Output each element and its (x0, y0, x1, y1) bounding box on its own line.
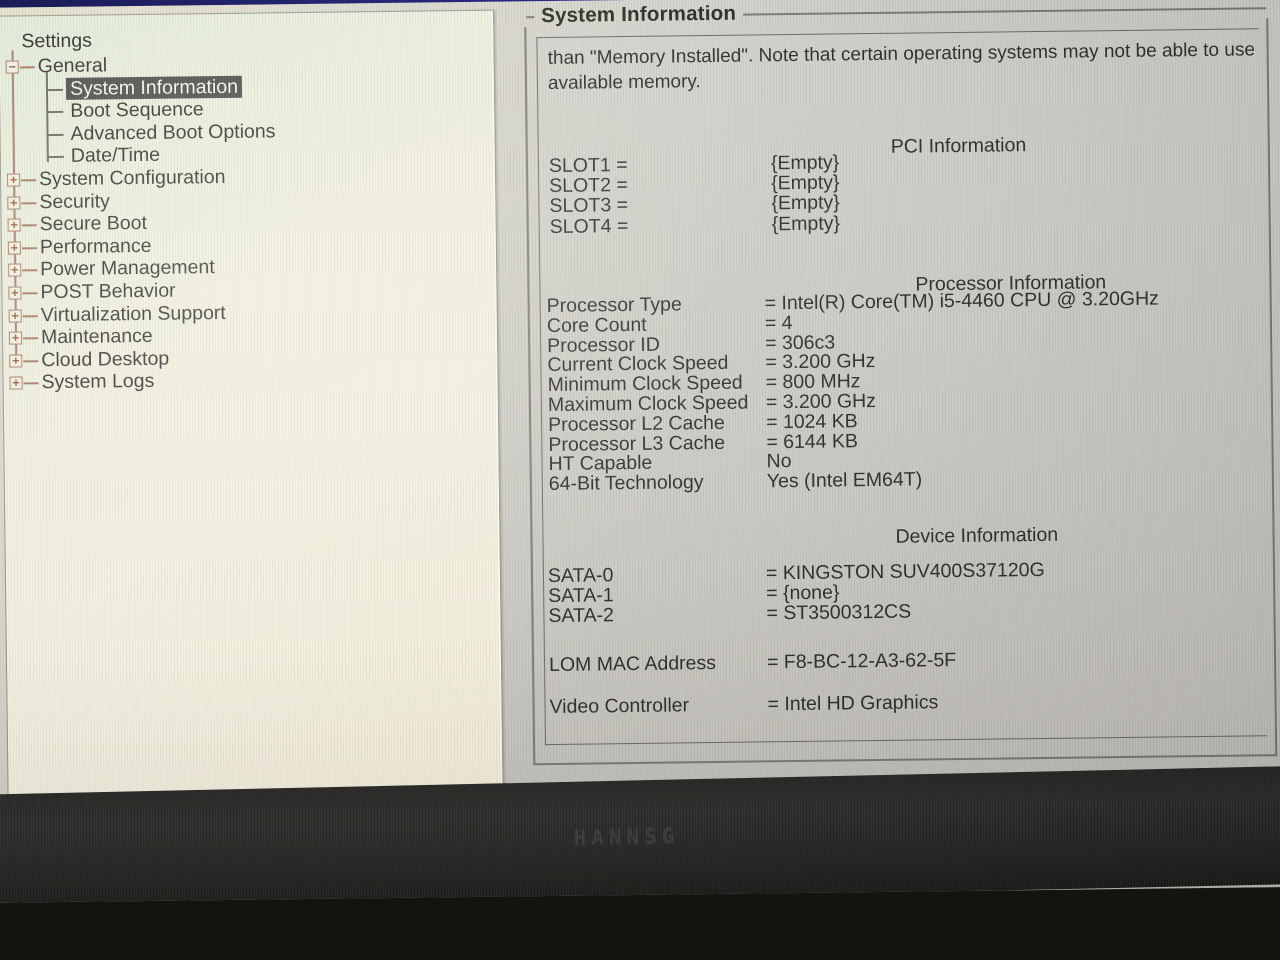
tree-connector-icon (45, 88, 64, 91)
monitor-brand-logo: HANNSG (573, 823, 680, 850)
tree-connector-icon (21, 246, 37, 250)
section-title-pci-information: PCI Information (890, 134, 1027, 158)
tree-connector-icon (23, 382, 39, 385)
tree-connector-icon (21, 224, 37, 227)
tree-connector-icon (22, 269, 38, 272)
expand-plus-icon[interactable]: + (8, 263, 22, 277)
info-row-label: Processor Type (546, 293, 682, 318)
info-row-value: Yes (Intel EM64T) (766, 468, 923, 493)
info-row-value: {Empty} (770, 151, 840, 175)
info-row-value: = 306c3 (765, 331, 836, 354)
settings-tree: Settings − General System Information Boot … (0, 11, 498, 395)
expand-plus-icon[interactable]: + (7, 195, 21, 210)
tree-node-list: − General System Information Boot Sequence A… (5, 50, 498, 395)
expand-plus-icon[interactable]: + (8, 308, 22, 323)
info-row-label: SATA-2 (548, 603, 614, 627)
sidebar-item-label: Power Management (40, 256, 215, 281)
bios-setup-screen: Settings − General System Information Boot … (0, 0, 1280, 903)
info-row-value: = Intel(R) Core(TM) i5-4460 CPU @ 3.20GH… (764, 287, 1159, 315)
info-row-value: = 4 (764, 311, 793, 335)
expand-plus-icon[interactable]: + (7, 218, 21, 232)
info-row-value: {Empty} (771, 212, 841, 235)
info-row-label: Processor L3 Cache (548, 431, 726, 456)
tree-root-label: Settings (21, 29, 93, 53)
info-row-label: Video Controller (549, 694, 690, 719)
tree-connector-icon (46, 156, 64, 159)
memory-note-text: than "Memory Installed". Note that certa… (547, 39, 1256, 94)
sidebar-subitem-label: System Information (65, 75, 243, 101)
info-row-value: = {none} (766, 581, 840, 605)
expand-plus-icon[interactable]: + (9, 353, 23, 368)
section-title-device-information: Device Information (895, 523, 1059, 548)
tree-connector-icon (23, 337, 39, 340)
info-row-label: SLOT1 = (548, 154, 628, 177)
tree-connector-icon (19, 66, 35, 69)
collapse-minus-icon[interactable]: − (5, 59, 19, 74)
tree-connector-icon (46, 111, 64, 114)
sidebar-subitem-label: Advanced Boot Options (70, 120, 276, 145)
tree-connector-icon (21, 179, 37, 182)
expand-plus-icon[interactable]: + (7, 172, 21, 187)
expand-plus-icon[interactable]: + (7, 240, 22, 255)
sidebar-subitem-label: Boot Sequence (70, 98, 204, 123)
system-information-scroll-pane[interactable]: than "Memory Installed". Note that certa… (536, 28, 1267, 746)
info-row-label: Core Count (546, 313, 647, 337)
tree-connector-icon (46, 133, 64, 136)
info-row-label: 64-Bit Technology (548, 471, 704, 496)
info-row-label: LOM MAC Address (548, 652, 717, 677)
tree-connector-icon (22, 314, 38, 317)
expand-plus-icon[interactable]: + (8, 331, 23, 345)
tree-connector-icon (23, 359, 39, 363)
info-row-value: = 1024 KB (765, 410, 858, 434)
groupbox-legend: System Information (526, 2, 1267, 27)
expand-plus-icon[interactable]: + (8, 285, 22, 300)
info-row-label: SATA-1 (548, 584, 614, 607)
info-row-value: = 6144 KB (766, 429, 859, 453)
info-row-value: = 3.200 GHz (765, 390, 877, 414)
sidebar-item-label: Virtualization Support (40, 301, 226, 326)
info-row-value: = KINGSTON SUV400S37120G (765, 558, 1045, 585)
tree-connector-icon (22, 292, 38, 295)
system-information-groupbox: System Information than "Memory Installe… (524, 2, 1278, 766)
info-row-value: = Intel HD Graphics (767, 691, 939, 716)
sidebar-subitem-label: Date/Time (70, 144, 161, 168)
info-row-label: SLOT3 = (549, 194, 629, 218)
info-row-label: SLOT4 = (549, 214, 629, 238)
info-row-label: SLOT2 = (549, 174, 628, 198)
photographed-monitor: Settings − General System Information Boot … (0, 0, 1280, 960)
tree-connector-icon (21, 201, 37, 204)
info-row-label: SATA-0 (547, 564, 614, 588)
info-row-value: {Empty} (771, 191, 840, 215)
info-row-value: No (766, 450, 792, 473)
info-row-value: = ST3500312CS (766, 600, 912, 624)
info-row-value: {Empty} (771, 171, 840, 195)
expand-plus-icon[interactable]: + (9, 376, 23, 390)
information-sections: PCI Information SLOT1 = {Empty} SLOT2 = {Emp… (537, 29, 1258, 718)
sidebar-item-label: System Configuration (38, 165, 226, 191)
info-row-value: = F8-BC-12-A3-62-5F (766, 649, 957, 674)
sidebar-item-system-logs[interactable]: + System Logs (9, 366, 497, 395)
groupbox-title: System Information (540, 1, 737, 28)
settings-tree-panel[interactable]: Settings − General System Information Boot … (0, 9, 505, 874)
